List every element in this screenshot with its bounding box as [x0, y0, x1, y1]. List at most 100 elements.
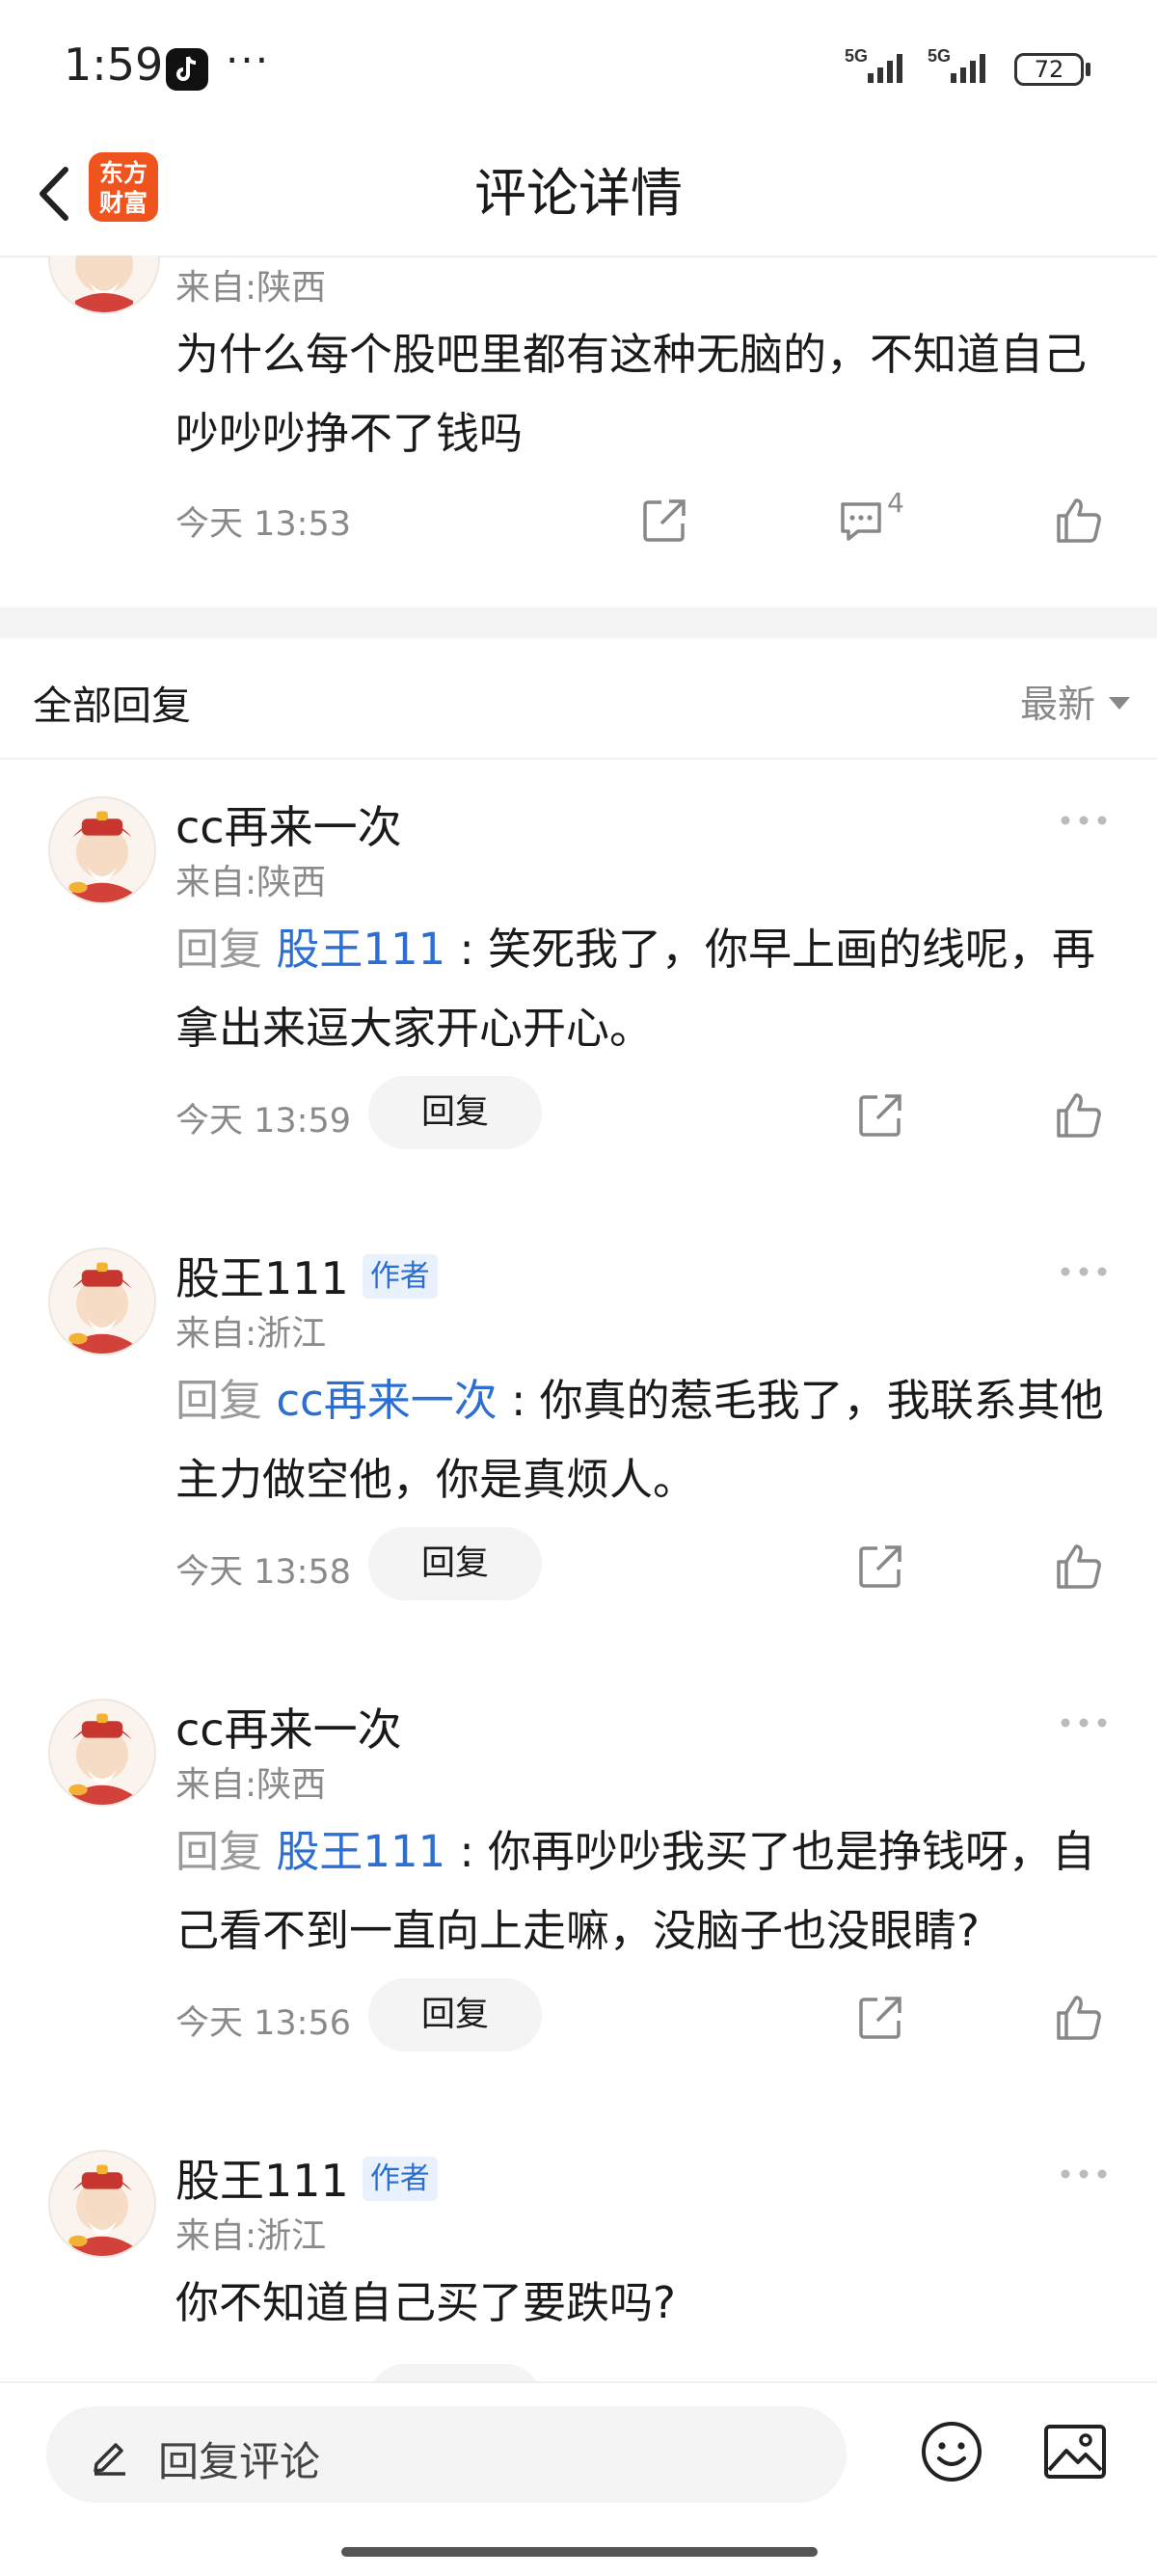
original-comment: 来自:陕西 为什么每个股吧里都有这种无脑的，不知道自己吵吵吵挣不了钱吗 今天 1… — [0, 255, 1157, 607]
more-dots-icon — [1061, 816, 1107, 825]
reply-time: 今天 13:59 — [175, 1102, 351, 1140]
like-button[interactable] — [1053, 1543, 1103, 1591]
reply-prefix: 回复 — [175, 924, 277, 975]
username[interactable]: cc再来一次 — [175, 1695, 402, 1758]
reply-text: 回复 cc再来一次 : 你真的惹毛我了，我联系其他主力做空他，你是真烦人。 — [175, 1361, 1120, 1519]
reply-text: 回复 股王111 : 笑死我了，你早上画的线呢，再拿出来逗大家开心开心。 — [175, 910, 1120, 1068]
share-button[interactable] — [640, 496, 688, 545]
section-divider — [0, 607, 1157, 638]
more-options-button[interactable] — [1059, 2167, 1109, 2181]
caishen-avatar-icon — [68, 1713, 134, 1805]
username-text: 股王111 — [175, 2155, 349, 2207]
input-placeholder: 回复评论 — [158, 2438, 321, 2485]
username-text: 股王111 — [175, 1252, 349, 1304]
more-dots-icon — [1061, 1267, 1107, 1276]
image-button[interactable] — [1043, 2424, 1107, 2480]
avatar[interactable] — [48, 796, 156, 904]
home-indicator[interactable] — [341, 2547, 818, 2557]
reply-button[interactable]: 回复 — [368, 1076, 542, 1149]
mention-link[interactable]: 股王111 — [276, 1826, 445, 1877]
like-button[interactable] — [1053, 496, 1103, 545]
username[interactable]: cc再来一次 — [175, 792, 402, 856]
comment-time: 今天 13:53 — [175, 505, 351, 544]
tiktok-notification-icon — [166, 48, 208, 91]
share-button[interactable] — [856, 1543, 904, 1591]
share-button[interactable] — [856, 1994, 904, 2042]
thumbs-up-icon — [1057, 1996, 1101, 2040]
share-icon — [643, 499, 686, 542]
like-button[interactable] — [1053, 1091, 1103, 1140]
user-region: 来自:浙江 — [175, 1314, 327, 1354]
caret-down-icon — [1109, 697, 1130, 710]
reply-comment-input[interactable]: 回复评论 — [46, 2406, 847, 2503]
reply-button[interactable]: 回复 — [368, 1978, 542, 2052]
share-icon — [859, 1997, 901, 2039]
signal-2-label: 5G — [928, 46, 951, 66]
thumbs-up-icon — [1057, 1093, 1101, 1138]
more-notifications-icon: ··· — [226, 37, 271, 84]
signal-1-label: 5G — [845, 46, 868, 66]
reply-prefix: 回复 — [175, 1826, 277, 1877]
username[interactable]: 股王111 作者 — [175, 1244, 438, 1307]
signal-icon-1: 5G — [845, 46, 912, 87]
sort-label: 最新 — [1019, 684, 1095, 727]
signal-icon-2: 5G — [928, 46, 995, 87]
comment-region: 来自:陕西 — [175, 268, 327, 308]
battery-icon: 72 — [1014, 53, 1084, 86]
all-replies-title: 全部回复 — [33, 683, 191, 729]
reply-separator: : — [497, 1375, 540, 1426]
reply-item: cc再来一次 来自:陕西 回复 股王111 : 笑死我了，你早上画的线呢，再拿出… — [0, 758, 1157, 1209]
replies-header: 全部回复 最新 — [0, 638, 1157, 760]
user-region: 来自:陕西 — [175, 1765, 327, 1805]
pencil-icon — [89, 2433, 131, 2476]
reply-button[interactable]: 回复 — [368, 1527, 542, 1600]
caishen-avatar-icon — [68, 1262, 134, 1354]
reply-item: 股王111 作者 来自:浙江 你不知道自己买了要跌吗? — [0, 2111, 1157, 2381]
username-text: cc再来一次 — [175, 1704, 402, 1756]
reply-text: 回复 股王111 : 你再吵吵我买了也是挣钱呀，自己看不到一直向上走嘛，没脑子也… — [175, 1812, 1120, 1971]
battery-level: 72 — [1034, 56, 1064, 83]
more-options-button[interactable] — [1059, 814, 1109, 827]
caishen-avatar-icon — [68, 2164, 134, 2256]
comment-text: 为什么每个股吧里都有这种无脑的，不知道自己吵吵吵挣不了钱吗 — [175, 329, 1088, 459]
reply-separator: : — [445, 1826, 488, 1877]
battery-tip — [1086, 63, 1090, 76]
reply-item: 股王111 作者 来自:浙江 回复 cc再来一次 : 你真的惹毛我了，我联系其他主… — [0, 1209, 1157, 1660]
share-icon — [859, 1094, 901, 1137]
comment-count: 4 — [887, 487, 904, 519]
mention-link[interactable]: cc再来一次 — [276, 1375, 497, 1426]
reply-item: cc再来一次 来自:陕西 回复 股王111 : 你再吵吵我买了也是挣钱呀，自己看… — [0, 1660, 1157, 2111]
user-region: 来自:陕西 — [175, 863, 327, 902]
reply-prefix: 回复 — [175, 1375, 277, 1426]
more-options-button[interactable] — [1059, 1716, 1109, 1730]
share-button[interactable] — [856, 1091, 904, 1140]
avatar[interactable] — [48, 2150, 156, 2258]
more-dots-icon — [1061, 1718, 1107, 1728]
avatar[interactable] — [48, 1699, 156, 1807]
reply-time: 今天 13:56 — [175, 2004, 351, 2043]
comment-bubble-icon — [841, 502, 881, 541]
emoji-button[interactable] — [920, 2420, 983, 2483]
avatar[interactable] — [48, 1248, 156, 1355]
thumbs-up-icon — [1057, 498, 1101, 543]
reply-time: 今天 13:58 — [175, 1553, 351, 1592]
smiley-icon — [922, 2422, 982, 2482]
comment-count-button[interactable] — [837, 496, 885, 545]
status-bar: 1:59 ··· 5G 5G 72 — [0, 0, 1157, 135]
mention-link[interactable]: 股王111 — [276, 924, 445, 975]
user-region: 来自:浙江 — [175, 2216, 327, 2256]
thumbs-up-icon — [1057, 1544, 1101, 1589]
like-button[interactable] — [1053, 1994, 1103, 2042]
reply-body: 你不知道自己买了要跌吗? — [175, 2277, 676, 2328]
author-badge: 作者 — [362, 1253, 438, 1299]
sort-dropdown[interactable]: 最新 — [1020, 675, 1130, 729]
username-text: cc再来一次 — [175, 801, 402, 853]
username[interactable]: 股王111 作者 — [175, 2146, 438, 2210]
top-app-bar: 东方 财富 评论详情 — [0, 135, 1157, 257]
more-options-button[interactable] — [1059, 1265, 1109, 1278]
image-icon — [1044, 2425, 1106, 2479]
reply-button[interactable] — [368, 2364, 542, 2381]
caishen-avatar-icon — [75, 255, 133, 312]
more-dots-icon — [1061, 2169, 1107, 2179]
avatar[interactable] — [48, 255, 160, 314]
